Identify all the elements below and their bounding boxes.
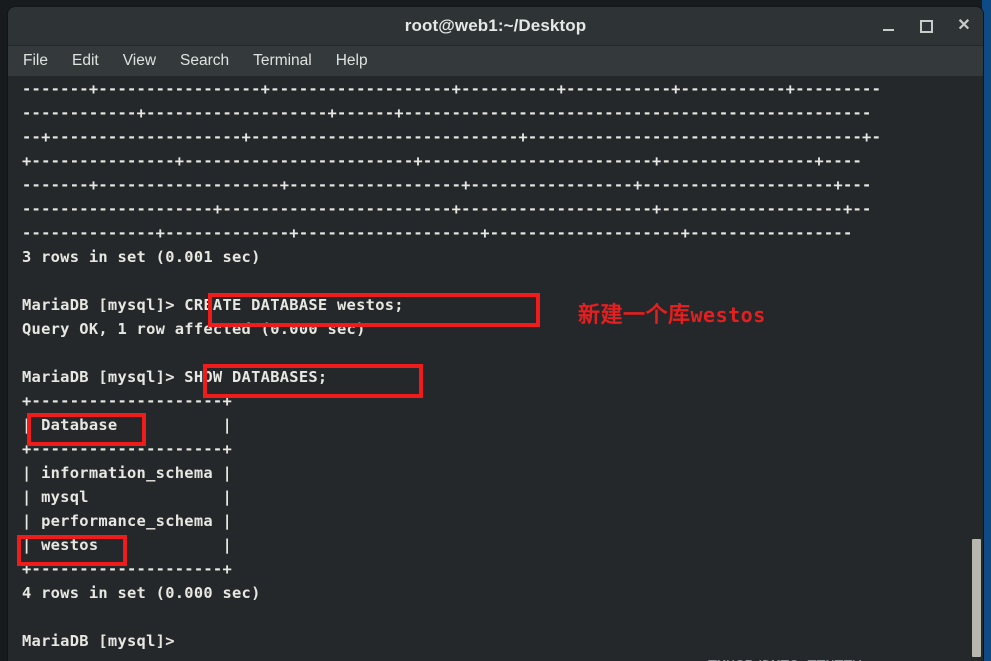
menubar: File Edit View Search Terminal Help xyxy=(8,46,983,77)
terminal-line: Query OK, 1 row affected (0.000 sec) xyxy=(22,320,366,338)
annotation-text-cn: 新建一个库 xyxy=(578,303,691,328)
minimize-icon xyxy=(882,29,894,31)
screen: root@web1:~/Desktop ✕ File Edit View Sea… xyxy=(0,0,991,661)
menu-item-search[interactable]: Search xyxy=(179,50,230,72)
window-controls: ✕ xyxy=(879,7,973,45)
terminal-line: +--------------------+ xyxy=(22,560,233,578)
terminal-line: 3 rows in set (0.001 sec) xyxy=(22,248,261,266)
window-title: root@web1:~/Desktop xyxy=(404,16,587,35)
terminal-line: +--------------------+ xyxy=(22,440,233,458)
terminal-line: | information_schema | xyxy=(22,464,233,482)
window-titlebar[interactable]: root@web1:~/Desktop ✕ xyxy=(8,7,983,46)
terminal-line: +--------------------+ xyxy=(22,392,233,410)
terminal-line: ------------+-------------------+------+… xyxy=(22,104,872,122)
terminal-line: | westos | xyxy=(22,536,233,554)
menu-item-help[interactable]: Help xyxy=(335,50,369,72)
menu-item-view[interactable]: View xyxy=(122,50,157,72)
terminal-line: MariaDB [mysql]> xyxy=(22,632,175,650)
terminal-line: -------+-------------------+------------… xyxy=(22,176,872,194)
scrollbar-thumb[interactable] xyxy=(972,539,981,657)
terminal-line: --+--------------------+----------------… xyxy=(22,128,882,146)
terminal-line: --------------+-------------+-----------… xyxy=(22,224,853,242)
menu-item-edit[interactable]: Edit xyxy=(71,50,100,72)
terminal-line: MariaDB [mysql]> SHOW DATABASES; xyxy=(22,368,328,386)
terminal-line: --------------------+-------------------… xyxy=(22,200,872,218)
maximize-icon xyxy=(919,19,933,33)
maximize-button[interactable] xyxy=(917,17,935,35)
cut-off-bottom-text: TMUSI/DMTS TTNTTV xyxy=(708,656,968,661)
terminal-line: | Database | xyxy=(22,416,233,434)
menu-item-terminal[interactable]: Terminal xyxy=(252,50,313,72)
terminal-line: | performance_schema | xyxy=(22,512,233,530)
close-button[interactable]: ✕ xyxy=(955,17,973,35)
annotation-text-new-database: 新建一个库westos xyxy=(578,297,766,329)
terminal-output[interactable]: -------+-----------------+--------------… xyxy=(22,77,970,661)
terminal-window: root@web1:~/Desktop ✕ File Edit View Sea… xyxy=(8,7,983,661)
minimize-button[interactable] xyxy=(879,17,897,35)
terminal-line: MariaDB [mysql]> CREATE DATABASE westos; xyxy=(22,296,404,314)
terminal-line: | mysql | xyxy=(22,488,233,506)
terminal-line: +---------------+-----------------------… xyxy=(22,152,863,170)
terminal-line: 4 rows in set (0.000 sec) xyxy=(22,584,261,602)
menu-item-file[interactable]: File xyxy=(22,50,49,72)
annotation-text-dbname: westos xyxy=(690,303,766,327)
terminal-line: -------+-----------------+--------------… xyxy=(22,80,882,98)
terminal-area[interactable]: -------+-----------------+--------------… xyxy=(8,77,983,661)
terminal-scrollbar[interactable] xyxy=(970,77,983,661)
close-icon: ✕ xyxy=(957,17,971,34)
